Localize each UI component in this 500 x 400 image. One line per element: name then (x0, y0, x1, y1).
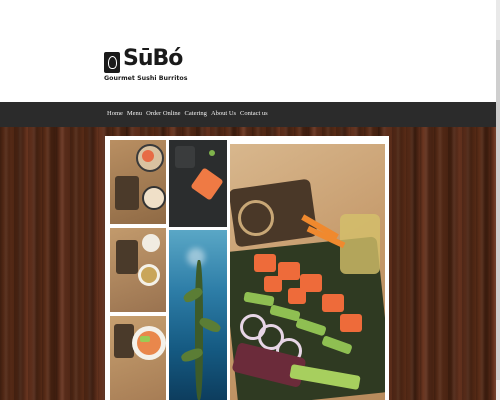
logo-wordmark: SūBó (123, 46, 183, 71)
site-header: SūBó Gourmet Sushi Burritos (0, 0, 496, 102)
nav-home[interactable]: Home (107, 110, 123, 117)
nav-order-online[interactable]: Order Online (146, 110, 180, 117)
nav-catering[interactable]: Catering (185, 110, 207, 117)
kelp-forest-photo[interactable] (169, 230, 227, 400)
photo-gallery (105, 136, 389, 400)
scrollbar-thumb[interactable] (496, 40, 500, 380)
salmon-fillet-photo[interactable] (169, 140, 227, 227)
nav-menu[interactable]: Menu (127, 110, 142, 117)
logo-box-icon (116, 240, 138, 274)
nav-about-us[interactable]: About Us (211, 110, 236, 117)
logo-box-icon (114, 324, 134, 358)
miso-soup-photo[interactable] (110, 228, 166, 312)
nav-contact-us[interactable]: Contact us (240, 110, 268, 117)
poke-bowl-photo[interactable] (110, 316, 166, 400)
subo-logo[interactable]: SūBó Gourmet Sushi Burritos (104, 46, 187, 86)
logo-box-icon (115, 176, 139, 210)
logo-face-icon (104, 52, 120, 73)
sushi-burrito-prep-photo[interactable] (230, 144, 385, 400)
sushi-bowls-photo[interactable] (110, 140, 166, 224)
main-nav: Home Menu Order Online Catering About Us… (0, 102, 496, 128)
logo-tagline: Gourmet Sushi Burritos (104, 75, 188, 82)
page-scrollbar[interactable] (496, 0, 500, 400)
